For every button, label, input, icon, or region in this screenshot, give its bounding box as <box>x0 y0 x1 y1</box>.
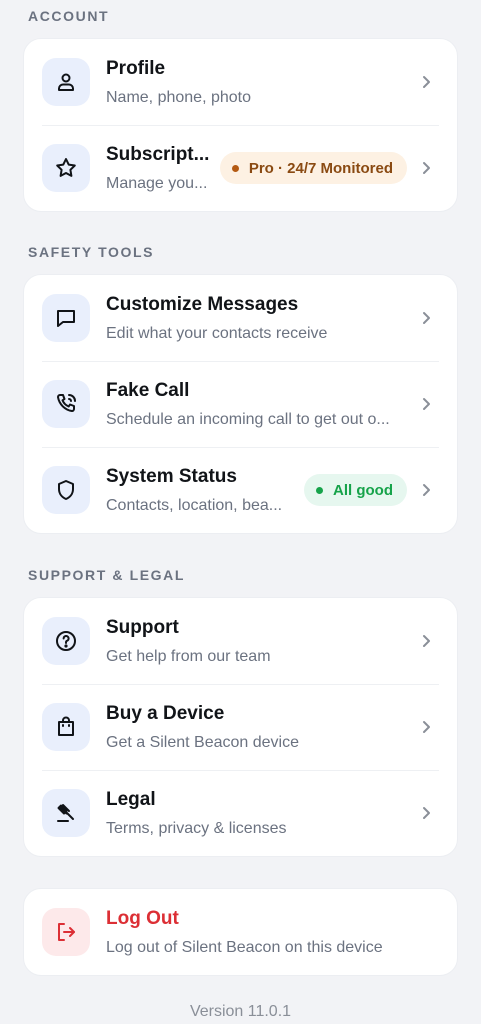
logout-card: Log Out Log out of Silent Beacon on this… <box>23 888 458 976</box>
account-card: Profile Name, phone, photo Subscript... … <box>23 38 458 212</box>
badge-label: All good <box>333 481 393 499</box>
safety-tools-card: Customize Messages Edit what your contac… <box>23 274 458 534</box>
phone-call-icon <box>42 380 90 428</box>
star-icon <box>42 144 90 192</box>
profile-subtitle: Name, phone, photo <box>106 88 251 106</box>
status-dot <box>316 486 323 494</box>
subscription-title: Subscript... <box>106 143 210 165</box>
fake-call-title: Fake Call <box>106 379 190 401</box>
support-subtitle: Get help from our team <box>106 647 271 665</box>
support-title: Support <box>106 616 179 638</box>
section-label-safety-tools: SAFETY TOOLS <box>28 244 155 260</box>
section-label-account: ACCOUNT <box>28 8 110 24</box>
logout-title: Log Out <box>106 907 179 929</box>
logout-icon <box>42 908 90 956</box>
chevron-right-icon <box>423 162 430 174</box>
chevron-right-icon <box>423 76 430 88</box>
fake-call-subtitle: Schedule an incoming call to get out o..… <box>106 410 390 428</box>
chevron-right-icon <box>423 312 430 324</box>
help-circle-icon <box>42 617 90 665</box>
customize-messages-subtitle: Edit what your contacts receive <box>106 324 328 342</box>
chevron-right-icon <box>423 635 430 647</box>
support-legal-card: Support Get help from our team Buy a Dev… <box>23 597 458 857</box>
system-status-row[interactable]: System Status Contacts, location, bea...… <box>24 447 457 533</box>
system-status-title: System Status <box>106 465 237 487</box>
buy-device-row[interactable]: Buy a Device Get a Silent Beacon device <box>24 684 457 770</box>
customize-messages-title: Customize Messages <box>106 293 299 315</box>
shopping-bag-icon <box>42 703 90 751</box>
chevron-right-icon <box>423 484 430 496</box>
legal-row[interactable]: Legal Terms, privacy & licenses <box>24 770 457 856</box>
subscription-row[interactable]: Subscript... Manage you... Pro · 24/7 Mo… <box>24 125 457 211</box>
subscription-subtitle: Manage you... <box>106 174 208 192</box>
customize-messages-row[interactable]: Customize Messages Edit what your contac… <box>24 275 457 361</box>
app-version: Version 11.0.1 <box>189 1003 292 1020</box>
subscription-status-badge: Pro · 24/7 Monitored <box>219 152 407 184</box>
gavel-icon <box>42 789 90 837</box>
legal-title: Legal <box>106 788 156 810</box>
status-dot <box>231 164 239 172</box>
buy-device-title: Buy a Device <box>106 702 225 724</box>
buy-device-subtitle: Get a Silent Beacon device <box>106 733 300 751</box>
support-row[interactable]: Support Get help from our team <box>24 598 457 684</box>
message-icon <box>42 294 90 342</box>
profile-row[interactable]: Profile Name, phone, photo <box>24 39 457 125</box>
system-status-subtitle: Contacts, location, bea... <box>106 496 283 514</box>
section-label-support-legal: SUPPORT & LEGAL <box>28 567 186 583</box>
logout-row[interactable]: Log Out Log out of Silent Beacon on this… <box>24 889 457 975</box>
profile-title: Profile <box>106 57 166 79</box>
logout-subtitle: Log out of Silent Beacon on this device <box>106 938 383 956</box>
chevron-right-icon <box>423 807 430 819</box>
legal-subtitle: Terms, privacy & licenses <box>106 819 287 837</box>
shield-icon <box>42 466 90 514</box>
fake-call-row[interactable]: Fake Call Schedule an incoming call to g… <box>24 361 457 447</box>
system-status-badge: All good <box>304 474 407 506</box>
chevron-right-icon <box>423 398 430 410</box>
badge-label: Pro · 24/7 Monitored <box>248 159 393 177</box>
chevron-right-icon <box>423 721 430 733</box>
user-icon <box>42 58 90 106</box>
